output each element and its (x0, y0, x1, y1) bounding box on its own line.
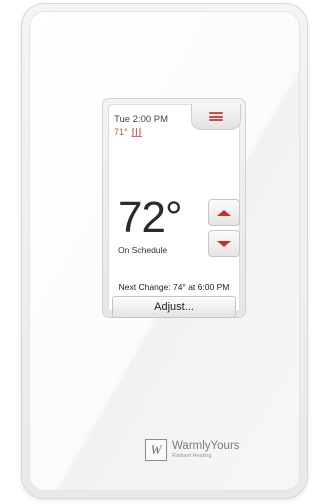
date-time: Tue 2:00 PM (114, 114, 169, 125)
thermostat-device: Tue 2:00 PM 71° 72° On Schedule Next Cha… (22, 4, 307, 498)
decrease-temperature-button[interactable] (208, 230, 240, 257)
hamburger-menu-icon (209, 112, 223, 121)
menu-button[interactable] (191, 104, 241, 130)
floor-temperature-value: 71° (114, 127, 128, 137)
touch-screen: Tue 2:00 PM 71° 72° On Schedule Next Cha… (108, 104, 241, 318)
adjust-button[interactable]: Adjust... (112, 296, 236, 318)
brand-text: WarmlyYours Radiant Heating (172, 439, 240, 460)
next-change-text: Next Change: 74° at 6:00 PM (118, 282, 230, 292)
brand-logo: W (145, 439, 167, 461)
arrow-up-icon (217, 209, 231, 216)
screen-bezel: Tue 2:00 PM 71° 72° On Schedule Next Cha… (103, 99, 245, 318)
setpoint-temperature: 72° (118, 193, 183, 242)
brand-tagline: Radiant Heating (172, 453, 212, 459)
arrow-down-icon (217, 240, 231, 247)
brand: W WarmlyYours Radiant Heating (145, 439, 240, 461)
increase-temperature-button[interactable] (208, 199, 240, 226)
schedule-mode: On Schedule (118, 245, 168, 255)
floor-temperature: 71° (114, 127, 143, 137)
heat-waves-icon (131, 127, 142, 137)
device-faceplate: Tue 2:00 PM 71° 72° On Schedule Next Cha… (29, 11, 300, 491)
brand-name: WarmlyYours (172, 439, 240, 452)
